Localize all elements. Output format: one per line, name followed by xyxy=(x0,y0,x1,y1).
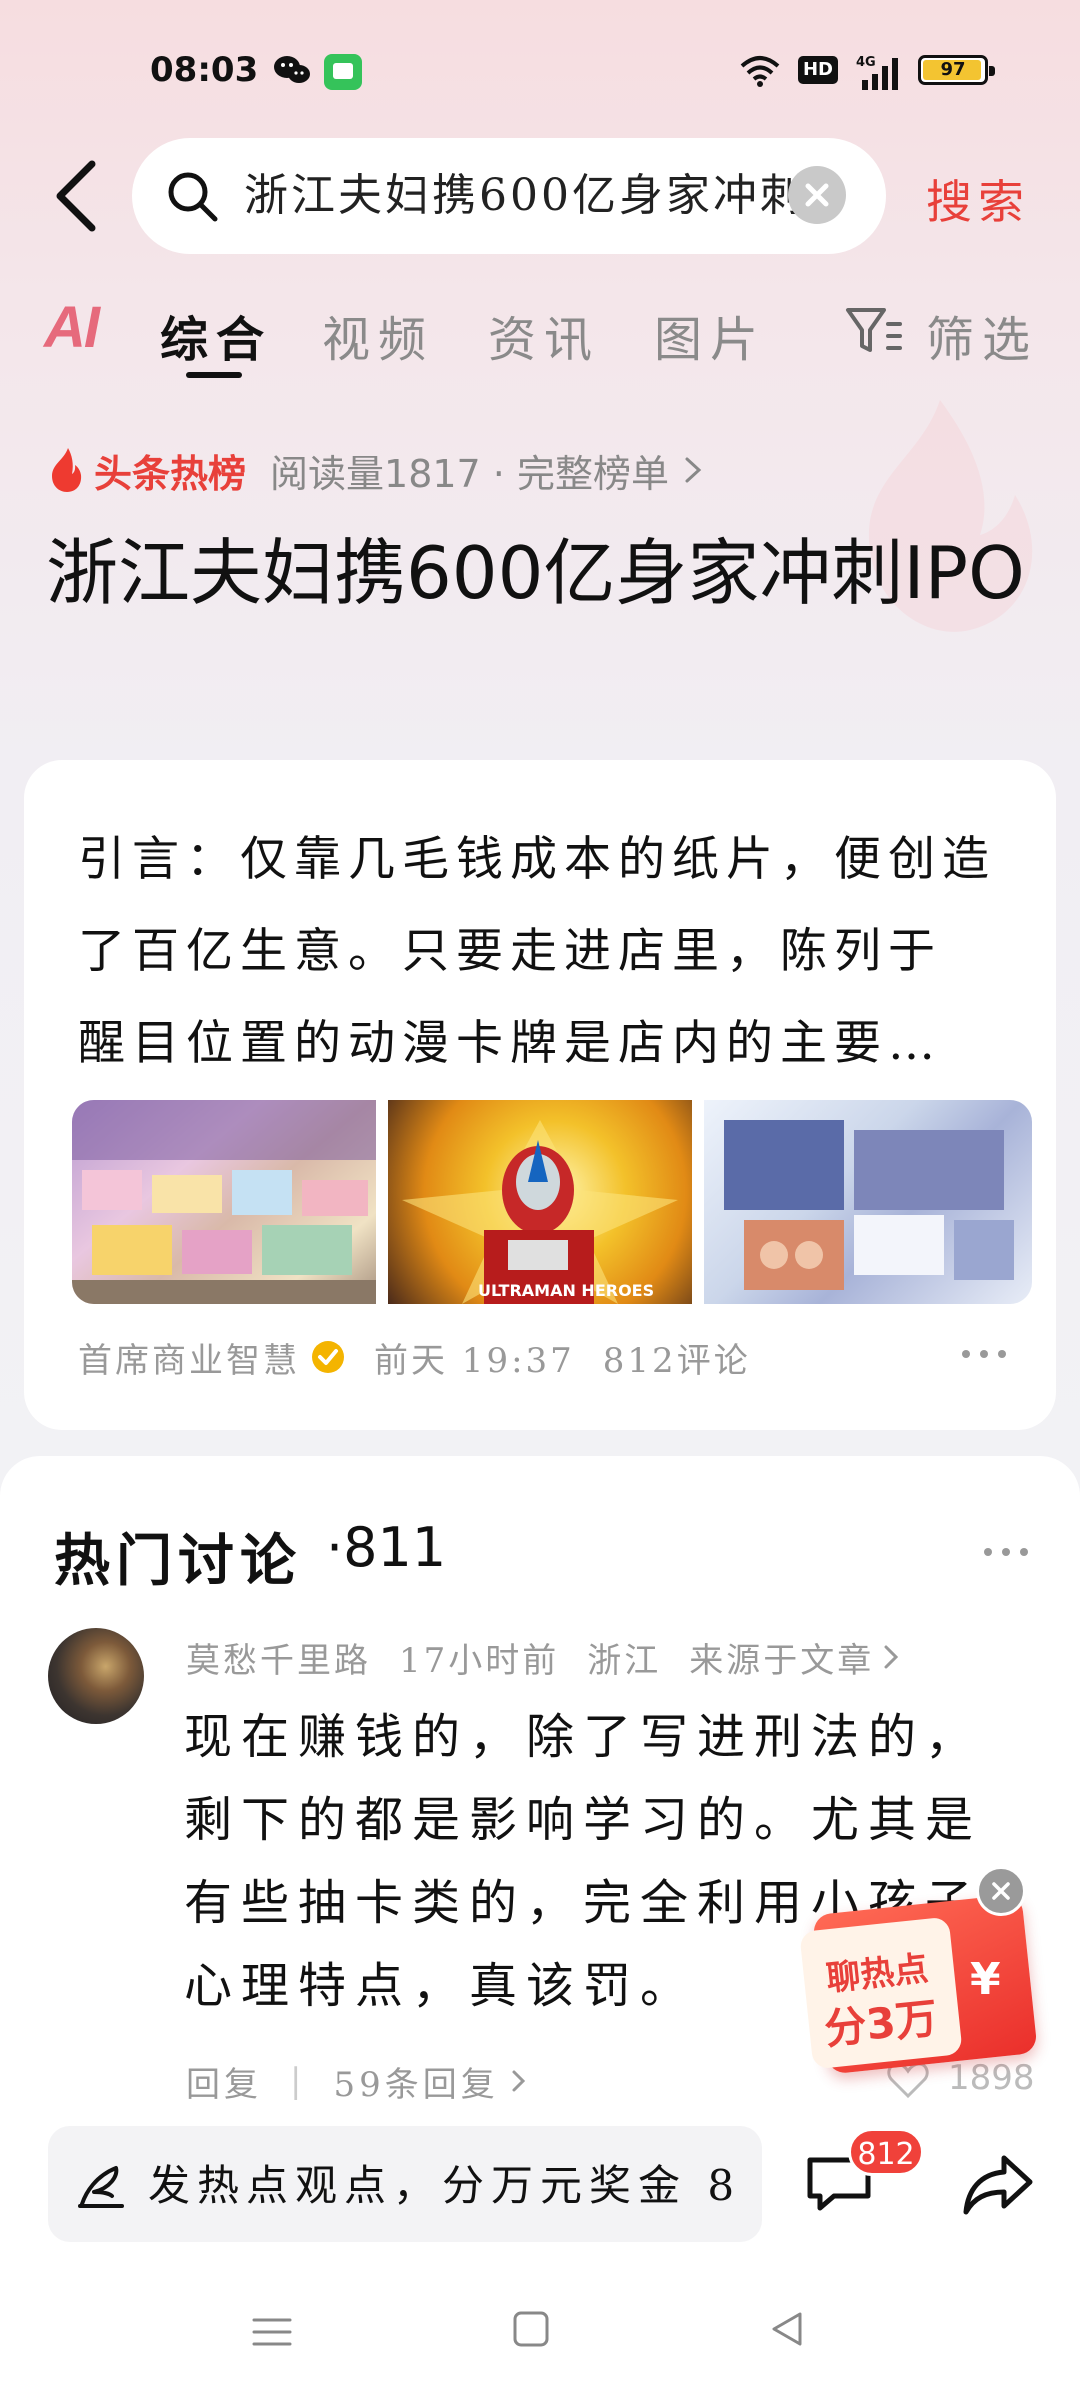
wifi-icon xyxy=(740,56,780,87)
nav-home-icon[interactable] xyxy=(512,2310,550,2348)
verified-icon xyxy=(312,1341,344,1373)
chat-app-icon xyxy=(324,54,362,90)
more-icon[interactable] xyxy=(982,1542,1030,1562)
article-comments: 812评论 xyxy=(602,1340,751,1381)
flame-icon xyxy=(52,448,82,492)
discussion-title: 热门讨论 xyxy=(54,1528,302,1594)
promo-text-line2: 分3万 xyxy=(822,1993,940,2054)
tab-news[interactable]: 资讯 xyxy=(488,300,600,370)
yen-icon: ¥ xyxy=(970,1954,1001,2005)
ai-tab[interactable]: AI xyxy=(44,294,100,361)
status-time: 08:03 xyxy=(150,50,259,90)
svg-text:ULTRAMAN HEROES: ULTRAMAN HEROES xyxy=(478,1281,654,1300)
battery-icon: 97 xyxy=(918,55,995,85)
comment-source-link[interactable]: 来源于文章 xyxy=(689,1633,874,1682)
search-icon xyxy=(168,172,218,222)
wechat-icon xyxy=(274,56,310,83)
tab-all[interactable]: 综合 xyxy=(160,300,272,370)
close-icon[interactable] xyxy=(976,1866,1026,1916)
tab-active-indicator xyxy=(186,372,242,378)
pen-icon xyxy=(78,2166,124,2208)
comment-compose-input[interactable]: 发热点观点，分万元奖金 8 xyxy=(48,2126,762,2242)
avatar[interactable] xyxy=(48,1628,144,1724)
comment-location: 浙江 xyxy=(587,1640,662,1681)
filter-icon[interactable] xyxy=(844,302,904,358)
status-bar: 08:03 HD 4G 97 xyxy=(0,0,1080,140)
battery-percent: 97 xyxy=(940,59,966,80)
back-arrow-icon[interactable] xyxy=(48,158,104,234)
comment-meta: 莫愁千里路 17小时前 浙江 来源于文章 xyxy=(186,1632,902,1682)
article-time: 前天 19:37 xyxy=(374,1340,575,1381)
chevron-right-icon xyxy=(884,1645,899,1669)
more-icon[interactable] xyxy=(960,1344,1008,1364)
battery-tip xyxy=(989,66,995,76)
search-button[interactable]: 搜索 xyxy=(926,166,1030,232)
excerpt-line: 醒目位置的动漫卡牌是店内的主要… xyxy=(78,1016,942,1071)
search-input[interactable]: 浙江夫妇携600亿身家冲刺IPO xyxy=(132,138,886,254)
excerpt-line: 引言：仅靠几毛钱成本的纸片，便创造 xyxy=(78,832,996,887)
nav-back-icon[interactable] xyxy=(768,2310,806,2348)
chevron-right-icon xyxy=(685,457,702,483)
article-meta: 首席商业智慧 前天 19:37 812评论 xyxy=(78,1332,751,1382)
comment-username[interactable]: 莫愁千里路 xyxy=(186,1633,371,1682)
thumbnail-card-shop[interactable] xyxy=(72,1100,376,1304)
article-thumbnails[interactable]: ULTRAMAN HEROES xyxy=(72,1100,1032,1304)
chevron-right-icon xyxy=(512,2070,525,2092)
search-query[interactable]: 浙江夫妇携600亿身家冲刺IPO xyxy=(244,166,804,226)
clear-icon[interactable] xyxy=(788,166,846,224)
signal-4g-icon: 4G xyxy=(856,55,898,90)
thumbnail-card-boxes[interactable] xyxy=(704,1100,1032,1304)
page-title: 浙江夫妇携600亿身家冲刺IPO xyxy=(46,531,1025,615)
hot-list-badge: 头条热榜 xyxy=(94,451,247,496)
reply-row: 回复 | 59条回复 xyxy=(186,2056,529,2106)
hot-list-meta: 阅读量1817 · 完整榜单 xyxy=(270,451,669,496)
hot-list-row[interactable]: 头条热榜 阅读量1817 · 完整榜单 xyxy=(46,440,707,500)
hd-icon: HD xyxy=(798,56,838,84)
reply-divider: | xyxy=(290,2061,306,2101)
compose-placeholder: 发热点观点，分万元奖金 8 xyxy=(148,2161,742,2210)
tab-video[interactable]: 视频 xyxy=(322,300,434,370)
excerpt-line: 了百亿生意。只要走进店里，陈列于 xyxy=(78,924,942,979)
article-card[interactable]: 引言：仅靠几毛钱成本的纸片，便创造 了百亿生意。只要走进店里，陈列于 醒目位置的… xyxy=(24,760,1056,1430)
nav-menu-icon[interactable] xyxy=(252,2314,292,2350)
promo-floating-banner[interactable]: 聊热点 分3万 ¥ xyxy=(799,1890,1038,2086)
comment-count-badge: 812 xyxy=(848,2128,924,2176)
reply-button[interactable]: 回复 xyxy=(186,2057,262,2106)
article-source[interactable]: 首席商业智慧 xyxy=(78,1333,300,1382)
filter-button[interactable]: 筛选 xyxy=(926,300,1038,370)
svg-text:4G: 4G xyxy=(856,55,876,70)
article-excerpt[interactable]: 引言：仅靠几毛钱成本的纸片，便创造 了百亿生意。只要走进店里，陈列于 醒目位置的… xyxy=(78,814,1008,1094)
tab-images[interactable]: 图片 xyxy=(654,300,766,370)
discussion-count: ·811 xyxy=(326,1516,447,1579)
view-replies-link[interactable]: 59条回复 xyxy=(333,2057,498,2106)
share-icon[interactable] xyxy=(962,2152,1034,2218)
comment-time: 17小时前 xyxy=(399,1640,560,1681)
thumbnail-ultraman[interactable]: ULTRAMAN HEROES xyxy=(388,1100,692,1304)
tab-bar: AI 综合 视频 资讯 图片 筛选 xyxy=(0,290,1080,380)
